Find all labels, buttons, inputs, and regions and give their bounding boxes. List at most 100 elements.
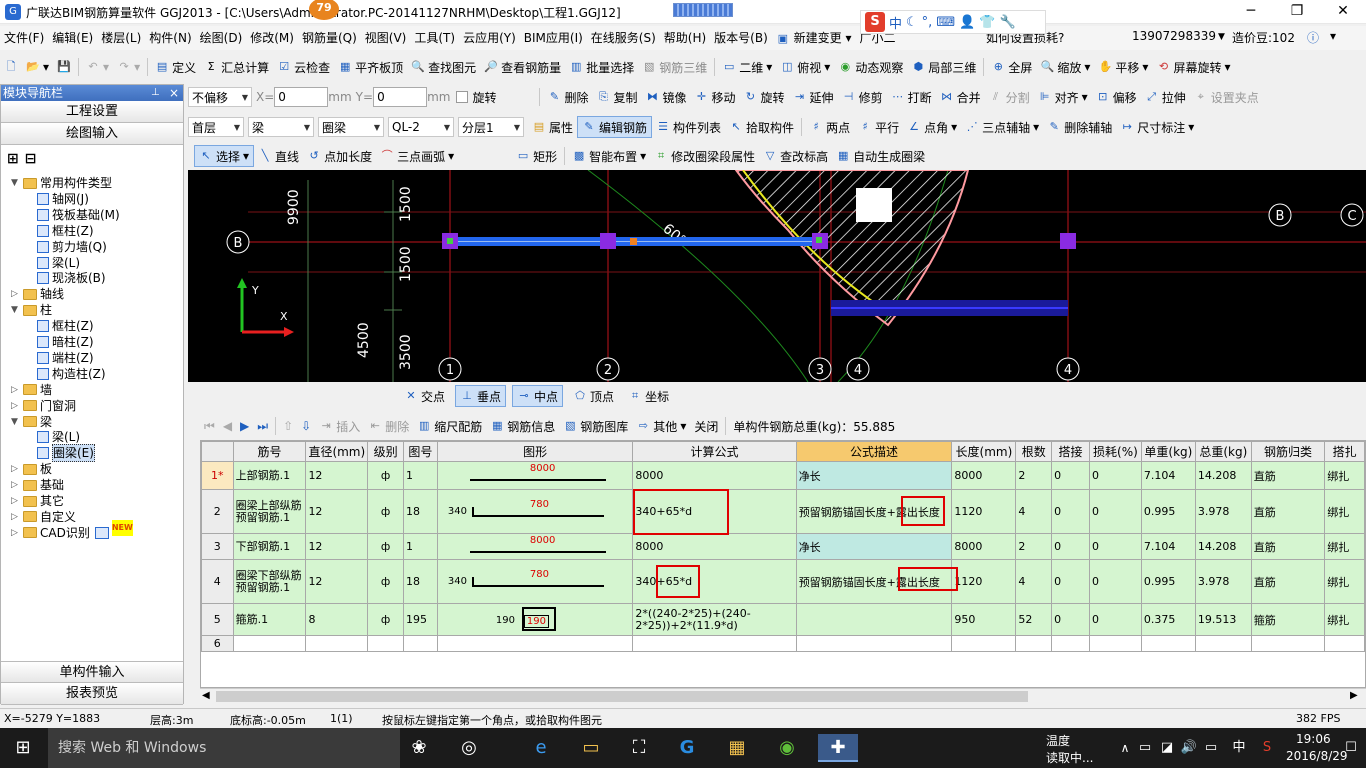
diameter-cell[interactable]: 12 — [305, 533, 369, 560]
copy-button[interactable]: ⎘ 复制 — [592, 86, 641, 108]
tree-folder[interactable]: ▷ 其它 — [11, 493, 64, 509]
prev-record-button[interactable]: ◀ — [219, 415, 236, 437]
select-dropdown[interactable]: ↖ 选择 ▾ — [194, 145, 255, 167]
360-browser-icon[interactable]: ◎ — [454, 734, 484, 762]
unit-weight-cell[interactable]: 0.995 — [1140, 489, 1196, 534]
other-dropdown[interactable]: ⇨ 其他 ▾ — [632, 415, 690, 437]
check-elevation-button[interactable]: ▽ 查改标高 — [759, 145, 832, 167]
scroll-thumb[interactable] — [216, 691, 1028, 702]
collapse-all-icon[interactable]: ⊟ — [25, 151, 37, 169]
column-header[interactable]: 损耗(%) — [1088, 441, 1142, 462]
shape-cell[interactable]: 340 780 — [436, 489, 634, 534]
expand-icon[interactable]: ▷ — [11, 477, 20, 493]
tree-folder[interactable]: ▷ 墙 — [11, 382, 52, 398]
tree-item[interactable]: 框柱(Z) — [37, 223, 94, 239]
tree-folder[interactable]: ▼ 柱 — [11, 302, 52, 318]
notification-tray-icon[interactable]: ▭ — [1196, 734, 1226, 762]
properties-button[interactable]: ▤ 属性 — [528, 116, 577, 138]
tab-drawing-input[interactable]: 绘图输入 — [1, 123, 183, 145]
shape-cell[interactable]: 8000 — [436, 533, 634, 560]
tree-folder[interactable]: ▷ 自定义 — [11, 509, 76, 525]
snap-vertex-button[interactable]: ⬠ 顶点 — [569, 385, 618, 407]
scroll-left-icon[interactable]: ◀ — [202, 690, 210, 701]
count-cell[interactable]: 2 — [1015, 533, 1053, 560]
diameter-cell[interactable]: 8 — [305, 603, 369, 636]
formula-description-cell[interactable] — [795, 635, 953, 652]
shape-cell[interactable] — [436, 635, 634, 652]
count-cell[interactable] — [1015, 635, 1053, 652]
cad-drawing[interactable]: 9900 1500 1500 4500 3500 60° B B C 1 2 3… — [188, 170, 1366, 382]
column-header[interactable]: 计算公式 — [632, 441, 797, 462]
table-row[interactable]: 6 — [201, 635, 1365, 652]
formula-cell[interactable]: 8000 — [632, 461, 797, 490]
task-view-icon[interactable]: ❀ — [404, 734, 434, 762]
column-header[interactable]: 总重(kg) — [1194, 441, 1252, 462]
tree-item[interactable]: 剪力墙(Q) — [37, 239, 107, 255]
move-button[interactable]: ✛ 移动 — [691, 86, 740, 108]
offset-button[interactable]: ⊡ 偏移 — [1092, 86, 1141, 108]
wrench-icon[interactable]: 🔧 — [999, 15, 1015, 30]
figure-number-cell[interactable]: 18 — [403, 559, 438, 604]
minimize-button[interactable]: ─ — [1228, 0, 1274, 24]
ggj-active-app-icon[interactable]: ✚ — [818, 734, 858, 762]
formula-cell[interactable]: 8000 — [632, 533, 797, 560]
collapse-icon[interactable]: ▼ — [11, 302, 20, 318]
user-phone[interactable]: 13907298339 — [1132, 29, 1216, 43]
rebar-name-cell[interactable]: 箍筋.1 — [232, 603, 307, 636]
lap-cell[interactable]: 0 — [1051, 489, 1090, 534]
scale-rebar-button[interactable]: ▥ 缩尺配筋 — [413, 415, 486, 437]
calculator-icon[interactable]: ▦ — [722, 734, 752, 762]
tree-item[interactable]: 梁(L) — [37, 429, 80, 445]
table-row[interactable]: 3 下部钢筋.1 12 ф 1 8000 8000 净长 8000 2 0 0 7.104 14.208 直… — [201, 533, 1365, 560]
length-cell[interactable]: 950 — [951, 603, 1017, 636]
tree-item[interactable]: 端柱(Z) — [37, 350, 94, 366]
loss-cell[interactable] — [1088, 635, 1142, 652]
tree-folder[interactable]: ▷ 门窗洞 — [11, 398, 76, 414]
view-rebar-qty-button[interactable]: 🔎 查看钢筋量 — [480, 56, 565, 78]
table-row[interactable]: 1* 上部钢筋.1 12 ф 1 8000 8000 净长 8000 2 0 0 7.104 14.208… — [201, 461, 1365, 490]
modify-ringbeam-seg-button[interactable]: ⌗ 修改圈梁段属性 — [650, 145, 759, 167]
keyboard-icon[interactable]: ⌨ — [936, 15, 955, 30]
pan-dropdown[interactable]: ✋ 平移 ▾ — [1094, 56, 1152, 78]
expand-icon[interactable]: ▷ — [11, 493, 20, 509]
layer-dropdown[interactable]: 分层1 ▼ — [458, 117, 524, 137]
restore-button[interactable]: ❐ — [1274, 0, 1320, 24]
find-element-button[interactable]: 🔍 查找图元 — [407, 56, 480, 78]
point-angle-dropdown[interactable]: ∠ 点角 ▾ — [903, 116, 961, 138]
edge-browser-icon[interactable]: e — [526, 734, 556, 762]
diameter-cell[interactable]: 12 — [305, 461, 369, 490]
column-header[interactable]: 级别 — [367, 441, 404, 462]
tree-item[interactable]: 筏板基础(M) — [37, 207, 120, 223]
next-record-button[interactable]: ▶ — [236, 415, 253, 437]
menu-floor[interactable]: 楼层(L) — [97, 27, 145, 49]
grade-cell[interactable]: ф — [367, 603, 404, 636]
trim-button[interactable]: ⊣ 修剪 — [838, 86, 887, 108]
lap-cell[interactable]: 0 — [1051, 533, 1090, 560]
loss-cell[interactable]: 0 — [1088, 533, 1142, 560]
three-point-arc-dropdown[interactable]: ⌒ 三点画弧 ▾ — [376, 145, 512, 167]
sogou-tray-icon[interactable]: S — [1252, 734, 1282, 762]
rebar-name-cell[interactable]: 下部钢筋.1 — [232, 533, 307, 560]
rotate-checkbox[interactable] — [456, 91, 469, 103]
delete-row-button[interactable]: ⇤ 删除 — [364, 415, 413, 437]
action-center-icon[interactable]: ☐ — [1336, 734, 1366, 762]
expand-icon[interactable]: ▷ — [11, 382, 20, 398]
last-record-button[interactable]: ⏭ — [253, 415, 272, 437]
menu-cloud[interactable]: 云应用(Y) — [459, 27, 520, 49]
summary-calc-button[interactable]: Σ 汇总计算 — [200, 56, 273, 78]
extend-button[interactable]: ⇥ 延伸 — [789, 86, 838, 108]
lap-cell[interactable]: 0 — [1051, 461, 1090, 490]
insert-row-button[interactable]: ⇥ 插入 — [315, 415, 364, 437]
rectangle-button[interactable]: ▭ 矩形 — [512, 145, 561, 167]
rebar-3d-button[interactable]: ▧ 钢筋三维 — [638, 56, 711, 78]
component-name-dropdown[interactable]: QL-2 ▼ — [388, 117, 454, 137]
menu-file[interactable]: 文件(F) — [0, 27, 48, 49]
loss-cell[interactable]: 0 — [1088, 559, 1142, 604]
expand-icon[interactable]: ▷ — [11, 461, 20, 477]
diameter-cell[interactable] — [305, 635, 369, 652]
weather-line-2[interactable]: 读取中... — [1046, 749, 1093, 766]
punctuation-icon[interactable]: °, — [922, 15, 933, 30]
count-cell[interactable]: 52 — [1015, 603, 1053, 636]
formula-description-cell[interactable]: 净长 — [795, 533, 953, 560]
move-down-button[interactable]: ⇩ — [297, 415, 315, 437]
